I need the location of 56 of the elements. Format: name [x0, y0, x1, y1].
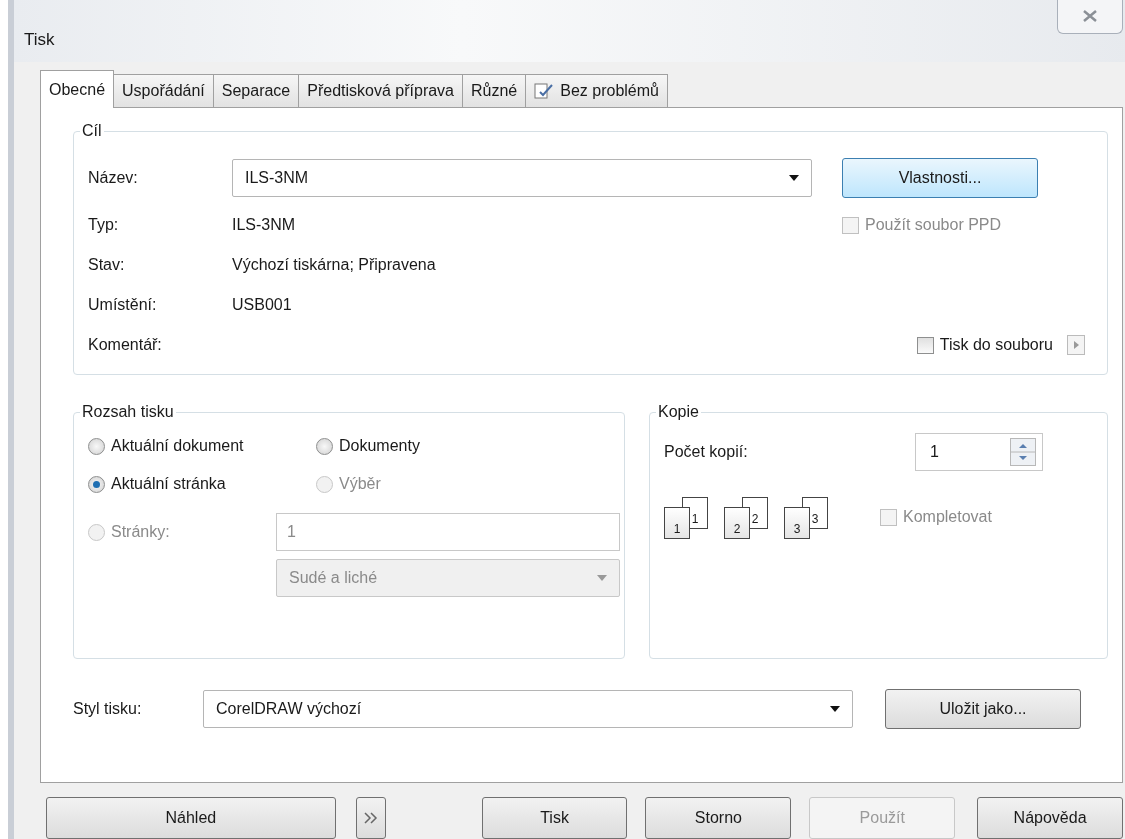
- group-title: Kopie: [657, 403, 700, 421]
- tab[interactable]: Předtisková příprava: [298, 74, 463, 108]
- tab[interactable]: Uspořádání: [113, 74, 214, 108]
- radio-label: Aktuální stránka: [111, 475, 226, 493]
- radio-label: Dokumenty: [339, 437, 420, 455]
- close-button[interactable]: [1057, 0, 1123, 34]
- double-arrow-icon: [363, 812, 378, 824]
- spinner-arrows-icon: [1010, 438, 1036, 466]
- dialog-button[interactable]: Náhled: [46, 797, 336, 839]
- page-sheet: 2: [724, 507, 750, 539]
- radio-label: Stránky:: [111, 523, 170, 541]
- dialog-button[interactable]: Storno: [645, 797, 792, 839]
- field-label: Název:: [88, 169, 139, 187]
- pages-field[interactable]: 1: [276, 513, 620, 551]
- checkbox-label: Tisk do souboru: [939, 336, 1053, 354]
- field-value: USB001: [232, 296, 292, 314]
- group-title: Rozsah tisku: [81, 403, 175, 421]
- dialog-button[interactable]: Nápověda: [977, 797, 1123, 839]
- tab[interactable]: Obecné: [40, 70, 115, 108]
- radio-button[interactable]: [88, 475, 105, 493]
- print-style-dropdown[interactable]: CorelDRAW výchozí: [203, 690, 853, 728]
- field-label: Typ:: [88, 216, 120, 234]
- tab[interactable]: Různé: [462, 74, 527, 108]
- advance-button[interactable]: [355, 797, 386, 839]
- field-value: Výchozí tiskárna; Připravena: [232, 256, 436, 274]
- copies-spinner[interactable]: 1: [915, 433, 1043, 471]
- printer-dropdown[interactable]: ILS-3NM: [232, 159, 812, 197]
- field-label: Umístění:: [88, 296, 158, 314]
- field-label: Styl tisku:: [73, 700, 143, 718]
- close-icon: [1083, 9, 1097, 22]
- checkbox[interactable]: [916, 336, 934, 354]
- tab[interactable]: Bez problémů: [525, 74, 668, 108]
- field-label: Stav:: [88, 256, 126, 274]
- group-title: Cíl: [81, 122, 103, 140]
- dropdown-arrow-icon: [597, 575, 607, 581]
- radio-label: Výběr: [339, 475, 381, 493]
- play-icon: [1073, 341, 1079, 349]
- dropdown-arrow-icon: [830, 706, 840, 712]
- checkbox-label: Kompletovat: [903, 508, 992, 527]
- radio-button[interactable]: [88, 437, 105, 455]
- dropdown-arrow-icon: [789, 175, 799, 181]
- radio-button[interactable]: [316, 437, 333, 455]
- field-label: Počet kopií:: [664, 443, 748, 461]
- save-as-button[interactable]: Uložit jako...: [885, 689, 1081, 729]
- page-sheet: 3: [784, 507, 810, 539]
- window-title: Tisk: [24, 30, 55, 50]
- expand-button[interactable]: [1067, 335, 1085, 355]
- page-sheet: 1: [664, 507, 690, 539]
- radio-label: Aktuální dokument: [111, 437, 244, 455]
- properties-button[interactable]: Vlastnosti...: [842, 158, 1038, 198]
- checklist-icon: [534, 83, 555, 99]
- field-label: Komentář:: [88, 336, 163, 354]
- dialog-button[interactable]: Tisk: [481, 797, 628, 839]
- tab[interactable]: Separace: [212, 74, 300, 108]
- field-value: ILS-3NM: [232, 216, 297, 234]
- checkbox-label: Použít soubor PPD: [865, 216, 1002, 234]
